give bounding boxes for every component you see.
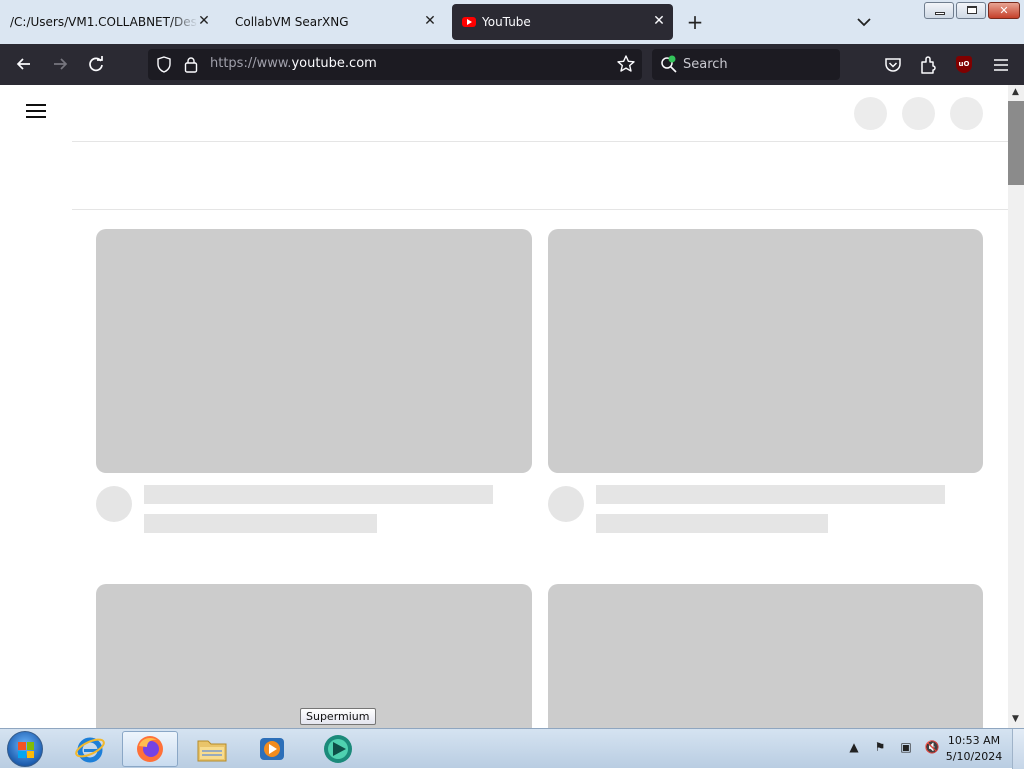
firefox-icon (137, 736, 163, 762)
hamburger-menu-icon[interactable] (26, 104, 46, 120)
web-page-content (0, 85, 1008, 728)
meta-placeholder (596, 514, 828, 533)
taskbar-media-player[interactable] (244, 731, 300, 767)
clock-time: 10:53 AM (947, 734, 1001, 747)
pocket-icon[interactable] (882, 54, 904, 76)
forward-button[interactable] (48, 52, 72, 76)
window-controls: ✕ (924, 2, 1020, 19)
youtube-icon (462, 17, 476, 27)
url-text[interactable]: https://www.youtube.com (210, 56, 377, 71)
scroll-down-icon[interactable]: ▼ (1012, 715, 1020, 724)
tab-close-icon[interactable]: ✕ (422, 13, 438, 29)
scrollbar-thumb[interactable] (1008, 101, 1024, 185)
tab-close-icon[interactable]: ✕ (651, 13, 667, 29)
new-tab-button[interactable]: + (684, 11, 706, 33)
tab-title: /C:/Users/VM1.COLLABNET/Desktop (10, 15, 198, 29)
start-button[interactable] (7, 731, 43, 767)
taskbar-supermium[interactable] (310, 731, 366, 767)
taskbar: ▲ ⚑ ▣ 🔇 10:53 AM 5/10/2024 (0, 728, 1024, 769)
show-desktop-button[interactable] (1012, 729, 1024, 769)
tab-strip: /C:/Users/VM1.COLLABNET/Desktop ✕ Collab… (0, 0, 1024, 44)
meta-placeholder (144, 514, 377, 533)
video-thumbnail-placeholder (548, 229, 983, 473)
channel-avatar-placeholder (548, 486, 584, 522)
taskbar-firefox[interactable] (122, 731, 178, 767)
page-scrollbar[interactable]: ▲ ▼ (1008, 85, 1024, 728)
search-input[interactable]: Search (652, 49, 840, 80)
video-thumbnail-placeholder (96, 584, 532, 728)
ublock-origin-icon[interactable]: uO (956, 56, 972, 73)
system-tray: ▲ ⚑ ▣ 🔇 (846, 739, 940, 755)
action-center-flag-icon[interactable]: ⚑ (872, 739, 888, 755)
url-prefix: https://www. (210, 56, 292, 71)
tab-searxng[interactable]: CollabVM SearXNG ✕ (226, 4, 444, 40)
url-bar[interactable]: https://www.youtube.com (148, 49, 642, 80)
media-player-icon (260, 738, 284, 760)
arrow-left-icon (16, 58, 30, 70)
video-thumbnail-placeholder (548, 584, 983, 728)
show-hidden-icons-icon[interactable]: ▲ (846, 739, 862, 755)
taskbar-tooltip: Supermium (300, 708, 376, 725)
tab-youtube[interactable]: YouTube ✕ (452, 4, 673, 40)
tab-close-icon[interactable]: ✕ (196, 13, 212, 29)
clock-date: 5/10/2024 (945, 750, 1003, 763)
windows-logo-icon (18, 742, 34, 758)
header-placeholder-circle (902, 97, 935, 130)
minimize-icon (935, 12, 945, 15)
maximize-icon (967, 6, 977, 14)
tab-title: CollabVM SearXNG (235, 15, 349, 29)
video-thumbnail-placeholder (96, 229, 532, 473)
scroll-up-icon[interactable]: ▲ (1012, 88, 1020, 97)
channel-avatar-placeholder (96, 486, 132, 522)
file-explorer-icon (197, 740, 227, 762)
search-engine-icon (661, 55, 677, 73)
divider (72, 209, 1008, 210)
header-placeholder-circle (854, 97, 887, 130)
bookmark-star-icon[interactable] (616, 54, 636, 74)
search-placeholder: Search (683, 57, 728, 72)
url-domain: youtube.com (291, 56, 377, 71)
maximize-button[interactable] (956, 2, 986, 19)
lock-icon[interactable] (184, 56, 198, 73)
header-placeholder-circle (950, 97, 983, 130)
reload-button[interactable] (84, 52, 108, 76)
title-placeholder (596, 485, 945, 504)
nav-toolbar: https://www.youtube.com Search uO (0, 44, 1024, 85)
chevron-down-icon[interactable] (854, 12, 874, 32)
window-close-button[interactable]: ✕ (988, 2, 1020, 19)
tab-local-file[interactable]: /C:/Users/VM1.COLLABNET/Desktop ✕ (4, 4, 218, 40)
back-button[interactable] (12, 52, 36, 76)
title-placeholder (144, 485, 493, 504)
network-icon[interactable]: ▣ (898, 739, 914, 755)
tab-title: YouTube (482, 15, 531, 29)
volume-muted-icon[interactable]: 🔇 (924, 739, 940, 755)
minimize-button[interactable] (924, 2, 954, 19)
divider (72, 141, 1008, 142)
taskbar-file-explorer[interactable] (184, 731, 240, 767)
tracking-shield-icon[interactable] (156, 56, 172, 73)
menu-icon[interactable] (990, 54, 1012, 76)
taskbar-clock[interactable]: 10:53 AM 5/10/2024 (942, 733, 1006, 765)
taskbar-internet-explorer[interactable] (62, 731, 118, 767)
supermium-icon (324, 735, 352, 763)
reload-icon (89, 56, 103, 72)
internet-explorer-icon (75, 737, 105, 763)
arrow-right-icon (54, 58, 68, 70)
extensions-icon[interactable] (918, 54, 940, 76)
